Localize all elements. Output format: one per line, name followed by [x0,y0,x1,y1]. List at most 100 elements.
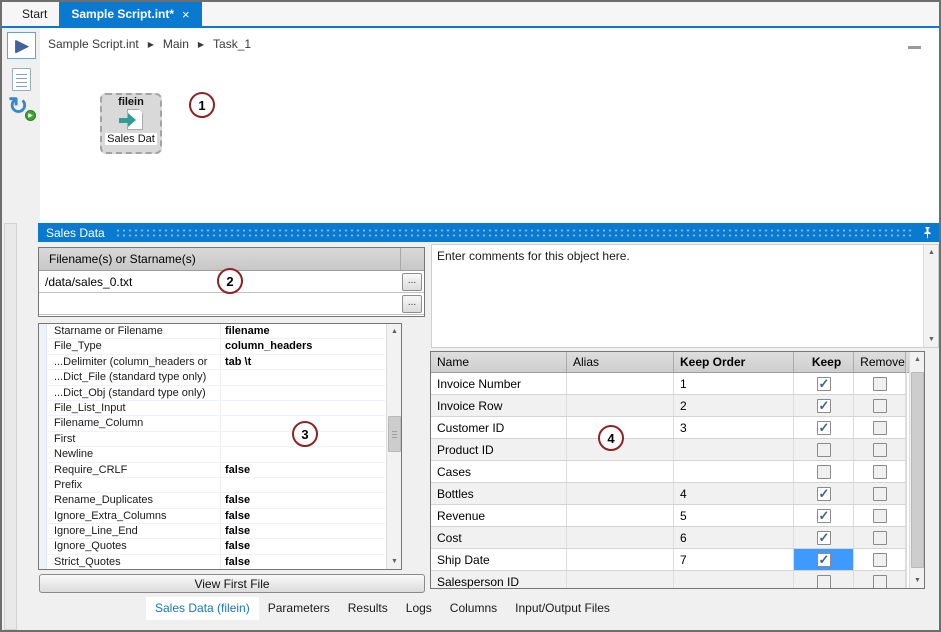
cell-name[interactable]: Invoice Number [431,373,567,394]
tab-columns[interactable]: Columns [441,597,506,620]
cell-name[interactable]: Salesperson ID [431,571,567,589]
keep-checkbox[interactable] [817,531,831,545]
cell-keep[interactable] [794,505,854,526]
cell-keep-order[interactable]: 1 [674,373,794,394]
property-row[interactable]: Strict_Quotesfalse [48,555,385,570]
tab-parameters[interactable]: Parameters [259,597,339,620]
keep-checkbox[interactable] [817,553,831,567]
pin-icon[interactable] [922,226,933,239]
cell-keep-order[interactable]: 5 [674,505,794,526]
property-row[interactable]: ...Dict_Obj (standard type only) [48,386,385,401]
scroll-down-icon[interactable]: ▼ [924,332,939,347]
keep-checkbox[interactable] [817,399,831,413]
cell-name[interactable]: Invoice Row [431,395,567,416]
comments-box[interactable]: Enter comments for this object here. ▲ ▼ [431,244,939,348]
property-row[interactable]: Filename_Column [48,416,385,431]
property-value[interactable]: column_headers [221,339,385,353]
cell-keep[interactable] [794,373,854,394]
minimize-panel-icon[interactable] [908,46,921,49]
filein-node[interactable]: filein Sales Dat [100,93,162,154]
scroll-up-icon[interactable]: ▲ [910,352,925,367]
cell-name[interactable]: Ship Date [431,549,567,570]
breadcrumb-script[interactable]: Sample Script.int [48,37,139,51]
tab-logs[interactable]: Logs [397,597,441,620]
cell-remove[interactable] [854,505,906,526]
property-row[interactable]: File_List_Input [48,401,385,416]
tab-start[interactable]: Start [10,2,59,26]
cell-keep[interactable] [794,417,854,438]
columns-table-scrollbar[interactable]: ▲ ▼ [909,352,924,588]
remove-checkbox[interactable] [873,377,887,391]
property-value[interactable]: false [221,539,385,553]
scroll-up-icon[interactable]: ▲ [924,245,939,260]
keep-checkbox[interactable] [817,421,831,435]
property-value[interactable] [221,370,385,384]
scroll-up-icon[interactable]: ▲ [387,324,402,339]
property-row[interactable]: Rename_Duplicatesfalse [48,493,385,508]
property-row[interactable]: Prefix [48,478,385,493]
scroll-down-icon[interactable]: ▼ [387,554,402,569]
property-value[interactable] [221,478,385,492]
keep-checkbox[interactable] [817,377,831,391]
remove-checkbox[interactable] [873,531,887,545]
property-value[interactable]: filename [221,324,385,338]
cell-remove[interactable] [854,527,906,548]
cell-keep-order[interactable]: 2 [674,395,794,416]
tab-close-icon[interactable]: × [182,7,190,22]
refresh-run-icon[interactable]: ↻ ▶ [8,94,35,121]
header-alias[interactable]: Alias [567,352,674,372]
remove-checkbox[interactable] [873,509,887,523]
property-value[interactable] [221,447,385,461]
remove-checkbox[interactable] [873,399,887,413]
header-keep-order[interactable]: Keep Order [674,352,794,372]
cell-keep-order[interactable] [674,571,794,589]
cell-name[interactable]: Cost [431,527,567,548]
remove-checkbox[interactable] [873,465,887,479]
cell-keep[interactable] [794,395,854,416]
report-icon[interactable] [12,68,31,91]
keep-checkbox[interactable] [817,575,831,589]
cell-remove[interactable] [854,439,906,460]
cell-keep-order[interactable]: 7 [674,549,794,570]
cell-alias[interactable] [567,373,674,394]
collapsed-splitter[interactable] [4,223,17,630]
property-value[interactable]: false [221,509,385,523]
property-row[interactable]: Ignore_Quotesfalse [48,539,385,554]
tab-input-output-files[interactable]: Input/Output Files [506,597,619,620]
browse-button[interactable]: ... [402,295,422,313]
cell-remove[interactable] [854,461,906,482]
tab-sales-data-filein[interactable]: Sales Data (filein) [146,597,259,620]
cell-name[interactable]: Customer ID [431,417,567,438]
scrollbar-thumb[interactable] [911,372,924,568]
cell-keep[interactable] [794,527,854,548]
remove-checkbox[interactable] [873,487,887,501]
property-value[interactable]: false [221,555,385,569]
property-value[interactable]: tab \t [221,355,385,369]
property-value[interactable]: false [221,524,385,538]
cell-alias[interactable] [567,549,674,570]
property-value[interactable]: false [221,493,385,507]
cell-name[interactable]: Product ID [431,439,567,460]
scroll-down-icon[interactable]: ▼ [910,573,925,588]
keep-checkbox[interactable] [817,487,831,501]
cell-keep-selected[interactable] [794,549,854,570]
header-name[interactable]: Name [431,352,567,372]
remove-checkbox[interactable] [873,553,887,567]
script-canvas[interactable]: Sample Script.int ▶ Main ▶ Task_1 filein… [40,28,939,223]
header-keep[interactable]: Keep [794,352,854,372]
cell-remove[interactable] [854,395,906,416]
cell-alias[interactable] [567,527,674,548]
cell-keep-order[interactable]: 3 [674,417,794,438]
property-value[interactable]: false [221,463,385,477]
cell-keep-order[interactable] [674,439,794,460]
property-row[interactable]: File_Typecolumn_headers [48,339,385,354]
keep-checkbox[interactable] [817,465,831,479]
cell-remove[interactable] [854,549,906,570]
cell-keep[interactable] [794,461,854,482]
cell-alias[interactable] [567,395,674,416]
remove-checkbox[interactable] [873,443,887,457]
breadcrumb-main[interactable]: Main [163,37,189,51]
cell-remove[interactable] [854,417,906,438]
cell-alias[interactable] [567,571,674,589]
cell-alias[interactable] [567,461,674,482]
